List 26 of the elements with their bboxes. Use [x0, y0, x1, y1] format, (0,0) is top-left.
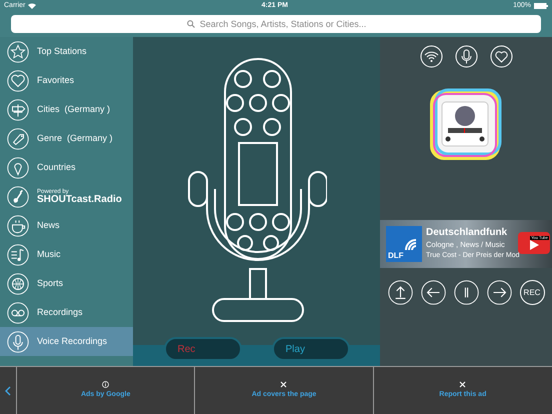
sidebar-label: Music	[37, 248, 61, 261]
sidebar-label: Genre (Germany )	[37, 132, 113, 145]
sidebar-item[interactable]: Cities (Germany )	[0, 95, 133, 124]
sidebar-item[interactable]: Voice Recordings	[0, 327, 133, 356]
record-button[interactable]: REC	[520, 280, 544, 305]
sidebar-label: Recordings	[37, 306, 83, 319]
shoutcast-logo-text: SHOUTcast.Radio	[37, 194, 122, 204]
sidebar-item[interactable]: Recordings	[0, 298, 133, 327]
sidebar-item[interactable]: Top Stations	[0, 37, 133, 66]
sidebar-item[interactable]: Favorites	[0, 66, 133, 95]
play-button[interactable]: Play	[272, 337, 350, 361]
station-logo-text: DLF	[388, 252, 405, 260]
sidebar-item[interactable]: Music	[0, 240, 133, 269]
sidebar-label: Cities (Germany )	[37, 102, 110, 116]
station-name: Deutschlandfunk	[426, 227, 508, 240]
sidebar-item[interactable]: Countries	[0, 153, 133, 182]
sidebar-label: Top Stations	[37, 44, 87, 58]
sidebar-item[interactable]: News	[0, 211, 133, 240]
sidebar-label: News	[37, 218, 60, 232]
search-field[interactable]: Search Songs, Artists, Stations or Cities...	[11, 15, 541, 33]
sidebar-item[interactable]: Sports	[0, 269, 133, 298]
sidebar-label: Countries	[37, 160, 76, 174]
sidebar-label: Voice Recordings	[37, 334, 108, 348]
sidebar-label: Sports	[37, 276, 64, 290]
sidebar-item[interactable]: Genre (Germany )	[0, 124, 133, 153]
sidebar-label: Favorites	[37, 74, 74, 87]
